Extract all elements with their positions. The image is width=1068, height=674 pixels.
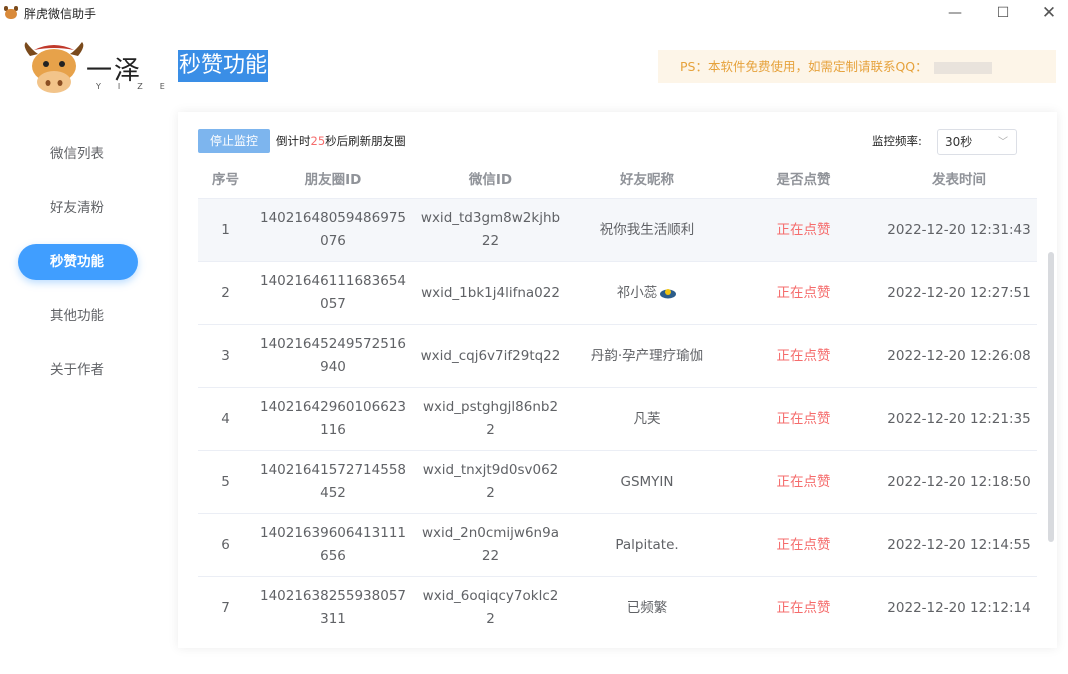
notice-text: PS：本软件免费使用，如需定制请联系QQ：	[680, 59, 928, 74]
app-window: 胖虎微信助手 — ☐ ✕ 一泽 YIZE 秒赞功能 PS：本软件免费使用，如需定…	[0, 0, 1068, 674]
header-wxid: 微信ID	[468, 171, 513, 188]
sidebar-item-wechat-list[interactable]: 微信列表	[18, 136, 138, 172]
page-title: 秒赞功能	[178, 50, 269, 82]
frequency-label: 监控频率:	[872, 134, 922, 148]
window-title: 胖虎微信助手	[24, 6, 97, 21]
bull-logo-icon	[24, 42, 84, 93]
table-row[interactable]: 5 14021641572714558452 wxid_tnxjt9d0sv06…	[198, 451, 1037, 514]
header-liked: 是否点赞	[776, 171, 831, 188]
table-scrollbar[interactable]	[1048, 252, 1054, 542]
main-panel: 停止监控 倒计时25秒后刷新朋友圈 监控频率: 30秒 ﹀ 序号 朋友圈ID 微…	[178, 112, 1057, 648]
sidebar-item-about[interactable]: 关于作者	[18, 352, 138, 388]
sidebar-item-other[interactable]: 其他功能	[18, 298, 138, 334]
header-time: 发表时间	[932, 171, 986, 188]
table-row[interactable]: 3 14021645249572516940 wxid_cqj6v7if29tq…	[198, 325, 1037, 388]
moments-table: 序号 朋友圈ID 微信ID 好友昵称 是否点赞 发表时间 1 140216480…	[198, 162, 1054, 629]
table-row[interactable]: 1 14021648059486975076 wxid_td3gm8w2kjhb…	[198, 199, 1037, 262]
countdown-text: 倒计时25秒后刷新朋友圈	[276, 134, 406, 148]
minimize-button[interactable]: —	[932, 0, 978, 26]
table-header: 序号 朋友圈ID 微信ID 好友昵称 是否点赞 发表时间	[198, 162, 1037, 199]
emoji-icon	[660, 288, 677, 298]
close-button[interactable]: ✕	[1026, 0, 1068, 26]
chevron-down-icon: ﹀	[998, 137, 1008, 148]
table-row[interactable]: 6 14021639606413111656 wxid_2n0cmijw6n9a…	[198, 514, 1037, 577]
table-body[interactable]: 1 14021648059486975076 wxid_td3gm8w2kjhb…	[198, 199, 1037, 629]
table-row[interactable]: 7 14021638255938057311 wxid_6oqiqcy7oklc…	[198, 577, 1037, 629]
logo-subtext: YIZE	[96, 82, 182, 91]
table-row[interactable]: 4 14021642960106623116 wxid_pstghgjl86nb…	[198, 388, 1037, 451]
nickname-cell: 祁小蕊	[568, 282, 726, 305]
notice-banner: PS：本软件免费使用，如需定制请联系QQ：	[658, 50, 1056, 83]
title-bar: 胖虎微信助手 — ☐ ✕	[0, 0, 1068, 26]
countdown-value: 25	[310, 134, 326, 148]
header-no: 序号	[212, 171, 239, 188]
header-moment-id: 朋友圈ID	[304, 171, 362, 188]
app-icon	[4, 6, 18, 20]
sidebar-item-auto-like[interactable]: 秒赞功能	[18, 244, 138, 280]
frequency-select[interactable]: 30秒 ﹀	[937, 129, 1017, 155]
header-nickname: 好友昵称	[620, 171, 674, 188]
maximize-button[interactable]: ☐	[980, 0, 1026, 26]
table-row[interactable]: 2 14021646111683654057 wxid_1bk1j4lifna0…	[198, 262, 1037, 325]
frequency-value: 30秒	[945, 135, 973, 149]
sidebar-item-friend-clean[interactable]: 好友清粉	[18, 190, 138, 226]
redacted-qq	[933, 61, 992, 74]
stop-monitor-button[interactable]: 停止监控	[198, 129, 270, 153]
